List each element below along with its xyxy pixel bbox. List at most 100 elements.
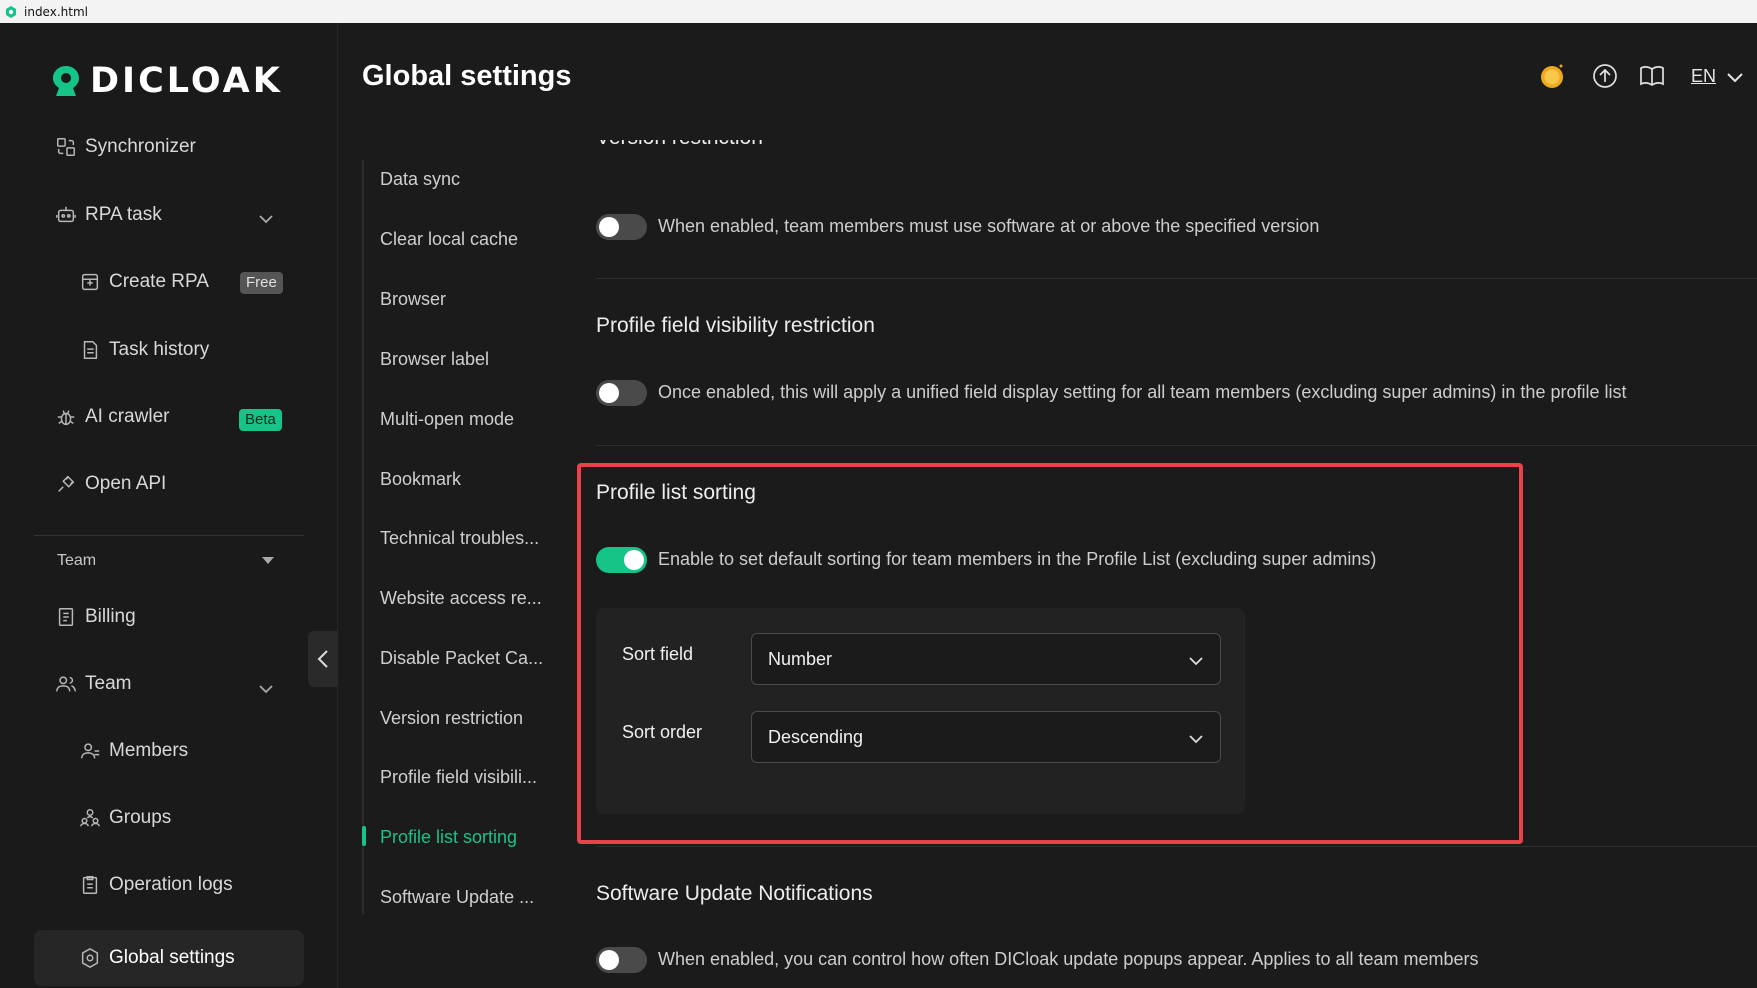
subnav-item-version-restriction[interactable]: Version restriction [380, 708, 523, 729]
section-title-profile-list-sorting: Profile list sorting [596, 481, 756, 504]
sidebar-divider [34, 535, 304, 536]
sorting-options-card: Sort field Number Sort order Descending [596, 608, 1245, 814]
language-selector[interactable]: EN [1691, 66, 1716, 87]
software-update-desc: When enabled, you can control how often … [658, 949, 1479, 969]
section-divider [596, 278, 1757, 279]
sidebar-item-label: Task history [109, 339, 210, 360]
beta-badge: Beta [239, 409, 282, 431]
section-divider [596, 445, 1757, 446]
sort-field-select[interactable]: Number [751, 633, 1221, 685]
subnav-item-multi-open-mode[interactable]: Multi-open mode [380, 409, 514, 430]
sidebar-item-operation-logs[interactable]: Operation logs [79, 865, 233, 905]
book-icon[interactable] [1638, 62, 1666, 90]
settings-content: Version restriction When enabled, team m… [596, 140, 1757, 988]
logo-icon [53, 66, 79, 96]
groups-icon [79, 807, 101, 829]
logo-text: DICLOAK [90, 61, 283, 101]
profile-field-visibility-desc: Once enabled, this will apply a unified … [658, 382, 1627, 402]
subnav-item-profile-list-sorting[interactable]: Profile list sorting [380, 827, 517, 848]
subnav-item-clear-local-cache[interactable]: Clear local cache [380, 229, 518, 250]
sidebar-item-members[interactable]: Members [79, 731, 188, 771]
version-restriction-desc: When enabled, team members must use soft… [658, 216, 1320, 236]
sidebar: DICLOAK [0, 23, 338, 988]
upload-icon[interactable] [1591, 62, 1619, 90]
sidebar-item-rpa-task[interactable]: RPA task [55, 195, 162, 235]
create-rpa-icon [79, 271, 101, 293]
sort-order-select[interactable]: Descending [751, 711, 1221, 763]
section-title-profile-field-visibility: Profile field visibility restriction [596, 314, 875, 337]
sort-order-value: Descending [768, 726, 864, 747]
subnav-item-data-sync[interactable]: Data sync [380, 169, 460, 190]
sidebar-item-label: Operation logs [109, 874, 233, 895]
subnav-active-indicator [362, 826, 366, 846]
window-titlebar: index.html [0, 0, 1757, 23]
profile-list-sorting-toggle[interactable] [596, 547, 647, 573]
subnav-item-technical-troubleshooting[interactable]: Technical troubles... [380, 528, 539, 549]
subnav-item-bookmark[interactable]: Bookmark [380, 469, 461, 490]
sidebar-item-label: Global settings [109, 947, 235, 968]
coin-icon[interactable] [1538, 62, 1566, 90]
chevron-down-icon [1188, 652, 1204, 666]
sidebar-item-label: Create RPA [109, 271, 209, 292]
team-icon [55, 673, 77, 695]
window-title: index.html [24, 4, 88, 19]
sidebar-item-synchronizer[interactable]: Synchronizer [55, 127, 196, 167]
sidebar-item-create-rpa[interactable]: Create RPA [79, 262, 209, 302]
section-title-software-update: Software Update Notifications [596, 882, 873, 905]
toggle-knob [599, 383, 619, 403]
document-icon [79, 339, 101, 361]
subnav-item-website-access[interactable]: Website access re... [380, 588, 542, 609]
logo: DICLOAK [50, 61, 283, 101]
sidebar-item-label: Billing [85, 606, 136, 627]
profile-list-sorting-desc: Enable to set default sorting for team m… [658, 549, 1377, 569]
sort-order-label: Sort order [622, 722, 703, 742]
collapse-sidebar-button[interactable] [308, 631, 338, 687]
free-badge: Free [240, 272, 283, 294]
caret-down-icon[interactable] [262, 557, 274, 564]
chevron-down-icon[interactable] [258, 681, 274, 697]
sort-field-value: Number [768, 648, 833, 669]
subnav-item-software-update[interactable]: Software Update ... [380, 887, 534, 908]
section-divider [596, 846, 1757, 847]
profile-field-visibility-toggle[interactable] [596, 380, 647, 406]
sidebar-item-label: RPA task [85, 204, 162, 225]
page-title: Global settings [362, 60, 572, 92]
clipboard-icon [79, 874, 101, 896]
app-icon [6, 5, 16, 18]
section-title-version-restriction: Version restriction [596, 140, 763, 150]
team-section-header: Team [57, 552, 97, 569]
synchronizer-icon [55, 136, 77, 158]
bug-icon [55, 406, 77, 428]
sort-field-label: Sort field [622, 644, 694, 664]
robot-icon [55, 204, 77, 226]
sidebar-item-label: AI crawler [85, 406, 170, 427]
plug-icon [55, 473, 77, 495]
version-restriction-toggle[interactable] [596, 214, 647, 240]
subnav-item-disable-packet-capture[interactable]: Disable Packet Ca... [380, 648, 543, 669]
sidebar-item-ai-crawler[interactable]: AI crawler [55, 397, 169, 437]
members-icon [79, 740, 101, 762]
sidebar-item-team[interactable]: Team [55, 664, 131, 704]
toggle-knob [599, 217, 619, 237]
sidebar-item-label: Members [109, 740, 189, 761]
chevron-down-icon[interactable] [1726, 70, 1744, 84]
sidebar-item-open-api[interactable]: Open API [55, 464, 166, 504]
subnav-item-browser-label[interactable]: Browser label [380, 349, 489, 370]
toggle-knob [599, 950, 619, 970]
sidebar-item-label: Synchronizer [85, 136, 196, 157]
settings-icon [79, 947, 101, 969]
sidebar-item-task-history[interactable]: Task history [79, 330, 209, 370]
sidebar-item-label: Groups [109, 807, 172, 828]
subnav-item-profile-field-visibility[interactable]: Profile field visibili... [380, 767, 537, 788]
subnav-item-browser[interactable]: Browser [380, 289, 446, 310]
sidebar-item-label: Team [85, 673, 132, 694]
toggle-knob [624, 550, 644, 570]
sidebar-item-billing[interactable]: Billing [55, 597, 136, 637]
chevron-left-icon [317, 650, 328, 668]
sidebar-item-global-settings[interactable]: Global settings [79, 938, 235, 978]
software-update-toggle[interactable] [596, 947, 647, 973]
chevron-down-icon[interactable] [258, 211, 274, 227]
sidebar-item-groups[interactable]: Groups [79, 798, 171, 838]
sidebar-item-label: Open API [85, 473, 167, 494]
billing-icon [55, 606, 77, 628]
